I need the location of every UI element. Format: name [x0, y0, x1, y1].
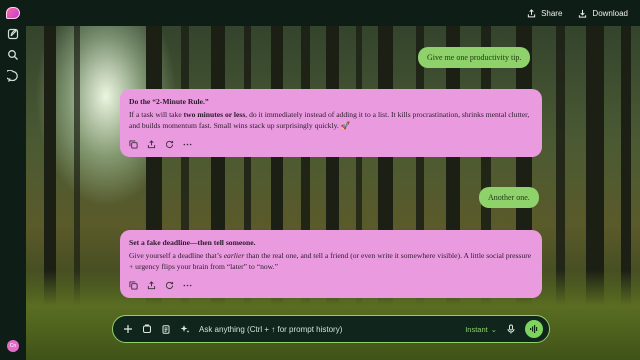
sparkles-icon[interactable]: [180, 324, 190, 334]
mode-selector[interactable]: Instant ⌄: [465, 325, 497, 334]
chat-background: [26, 26, 640, 360]
avatar[interactable]: Cn: [7, 340, 19, 352]
app-logo-icon[interactable]: [6, 7, 20, 19]
user-message: Give me one productivity tip.: [418, 47, 531, 68]
body-bold-text: two minutes or less: [183, 109, 246, 119]
clipboard-icon[interactable]: [161, 324, 171, 334]
mode-label: Instant: [465, 324, 488, 334]
sidebar-rail: Cn: [0, 0, 26, 360]
share-label: Share: [541, 8, 563, 18]
assistant-message-body: If a task will take two minutes or less,…: [129, 109, 533, 132]
microphone-icon[interactable]: [506, 324, 516, 334]
body-italic-text: earlier: [223, 250, 245, 260]
share-icon[interactable]: [147, 139, 156, 149]
search-icon[interactable]: [7, 49, 19, 61]
user-message-text: Another one.: [488, 193, 530, 202]
share-icon[interactable]: [147, 280, 156, 290]
regenerate-icon[interactable]: [165, 281, 174, 290]
rocket-icon: 🚀: [340, 121, 351, 130]
assistant-message-body: Give yourself a deadline that’s earlier …: [129, 250, 533, 273]
assistant-message-heading: Do the “2-Minute Rule.”: [129, 97, 209, 106]
download-icon: [579, 9, 587, 18]
regenerate-icon[interactable]: [165, 140, 174, 149]
waveform-icon: [530, 325, 538, 333]
voice-mode-button[interactable]: [525, 320, 543, 338]
plus-icon[interactable]: [123, 324, 133, 334]
share-icon: [527, 8, 536, 17]
user-message: Another one.: [479, 187, 539, 208]
copy-icon[interactable]: [129, 139, 138, 149]
share-button[interactable]: Share: [527, 9, 562, 18]
message-actions: [129, 280, 533, 290]
new-chat-icon[interactable]: [7, 28, 19, 40]
body-text: Give yourself a deadline that’s: [129, 250, 224, 260]
user-message-text: Give me one productivity tip.: [427, 53, 522, 62]
assistant-message: Do the “2-Minute Rule.” If a task will t…: [120, 89, 542, 157]
prompt-composer: Ask anything (Ctrl + ↑ for prompt histor…: [112, 315, 550, 343]
prompt-input[interactable]: Ask anything (Ctrl + ↑ for prompt histor…: [199, 325, 456, 334]
body-text: If a task will take: [129, 109, 184, 119]
assistant-message: Set a fake deadline—then tell someone. G…: [120, 230, 542, 298]
download-button[interactable]: Download: [578, 9, 628, 18]
more-options-icon[interactable]: [183, 140, 192, 149]
chat-bubble-icon[interactable]: [7, 70, 19, 82]
more-options-icon[interactable]: [183, 281, 192, 290]
assistant-message-heading: Set a fake deadline—then tell someone.: [129, 238, 256, 247]
download-label: Download: [592, 8, 628, 18]
attach-icon[interactable]: [142, 324, 152, 334]
message-actions: [129, 139, 533, 149]
chevron-down-icon: ⌄: [490, 324, 497, 334]
top-bar: Share Download: [26, 0, 640, 26]
copy-icon[interactable]: [129, 280, 138, 290]
